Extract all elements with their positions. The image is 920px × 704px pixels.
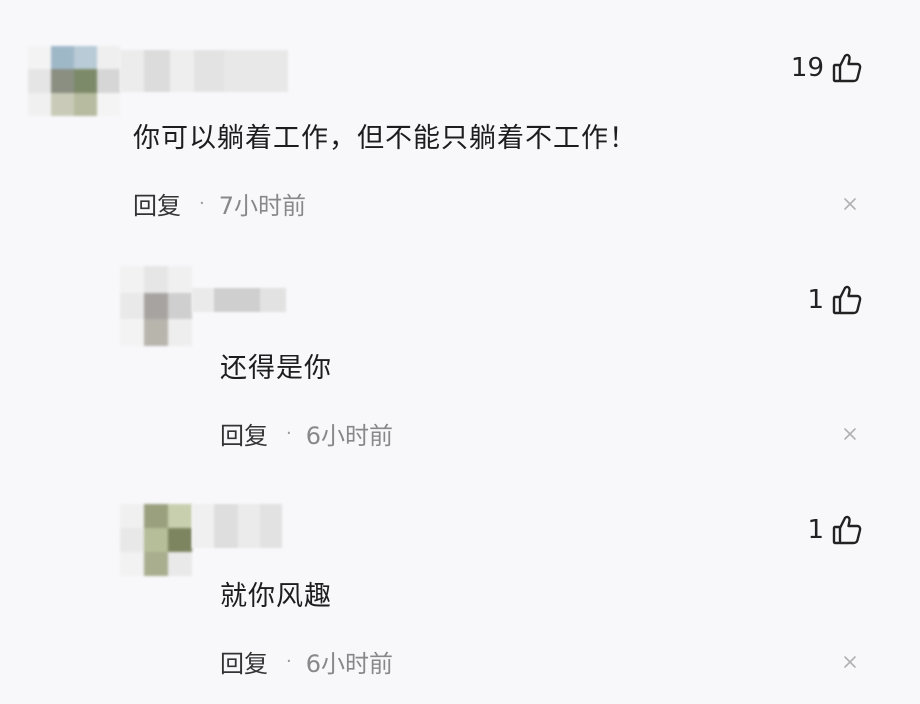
avatar[interactable] bbox=[28, 46, 120, 116]
like-button[interactable]: 1 bbox=[807, 514, 862, 546]
like-count: 1 bbox=[807, 285, 824, 315]
comment-meta: 回复 · 7小时前 bbox=[133, 186, 306, 221]
username-blurred[interactable] bbox=[192, 504, 282, 548]
comment-item: 19 你可以躺着工作，但不能只躺着不工作！ 回复 · 7小时前 bbox=[0, 0, 920, 240]
reply-button[interactable]: 回复 bbox=[220, 644, 268, 679]
reply-comment-item: 1 还得是你 回复 · 6小时前 bbox=[0, 240, 920, 470]
timestamp: 6小时前 bbox=[305, 650, 394, 678]
like-button[interactable]: 19 bbox=[791, 52, 862, 84]
timestamp: 7小时前 bbox=[218, 192, 307, 220]
timestamp: 6小时前 bbox=[305, 422, 394, 450]
comment-text: 就你风趣 bbox=[220, 581, 332, 612]
avatar[interactable] bbox=[120, 266, 192, 346]
thumbs-up-icon bbox=[832, 52, 862, 84]
close-icon[interactable] bbox=[843, 427, 857, 441]
close-icon[interactable] bbox=[843, 197, 857, 211]
like-count: 19 bbox=[790, 53, 824, 83]
thumbs-up-icon bbox=[832, 514, 862, 546]
separator-dot: · bbox=[199, 193, 205, 214]
separator-dot: · bbox=[286, 423, 292, 444]
reply-button[interactable]: 回复 bbox=[220, 416, 268, 451]
like-count: 1 bbox=[807, 515, 824, 545]
comment-meta: 回复 · 6小时前 bbox=[220, 644, 393, 679]
close-icon[interactable] bbox=[843, 655, 857, 669]
username-blurred[interactable] bbox=[120, 50, 288, 92]
thumbs-up-icon bbox=[832, 284, 862, 316]
avatar[interactable] bbox=[120, 504, 192, 576]
like-button[interactable]: 1 bbox=[807, 284, 862, 316]
reply-comment-item: 1 就你风趣 回复 · 6小时前 bbox=[0, 470, 920, 704]
comment-meta: 回复 · 6小时前 bbox=[220, 416, 393, 451]
comment-text: 你可以躺着工作，但不能只躺着不工作！ bbox=[133, 123, 637, 154]
comment-text: 还得是你 bbox=[220, 353, 332, 384]
separator-dot: · bbox=[286, 651, 292, 672]
username-blurred[interactable] bbox=[192, 288, 286, 312]
reply-button[interactable]: 回复 bbox=[133, 186, 181, 221]
